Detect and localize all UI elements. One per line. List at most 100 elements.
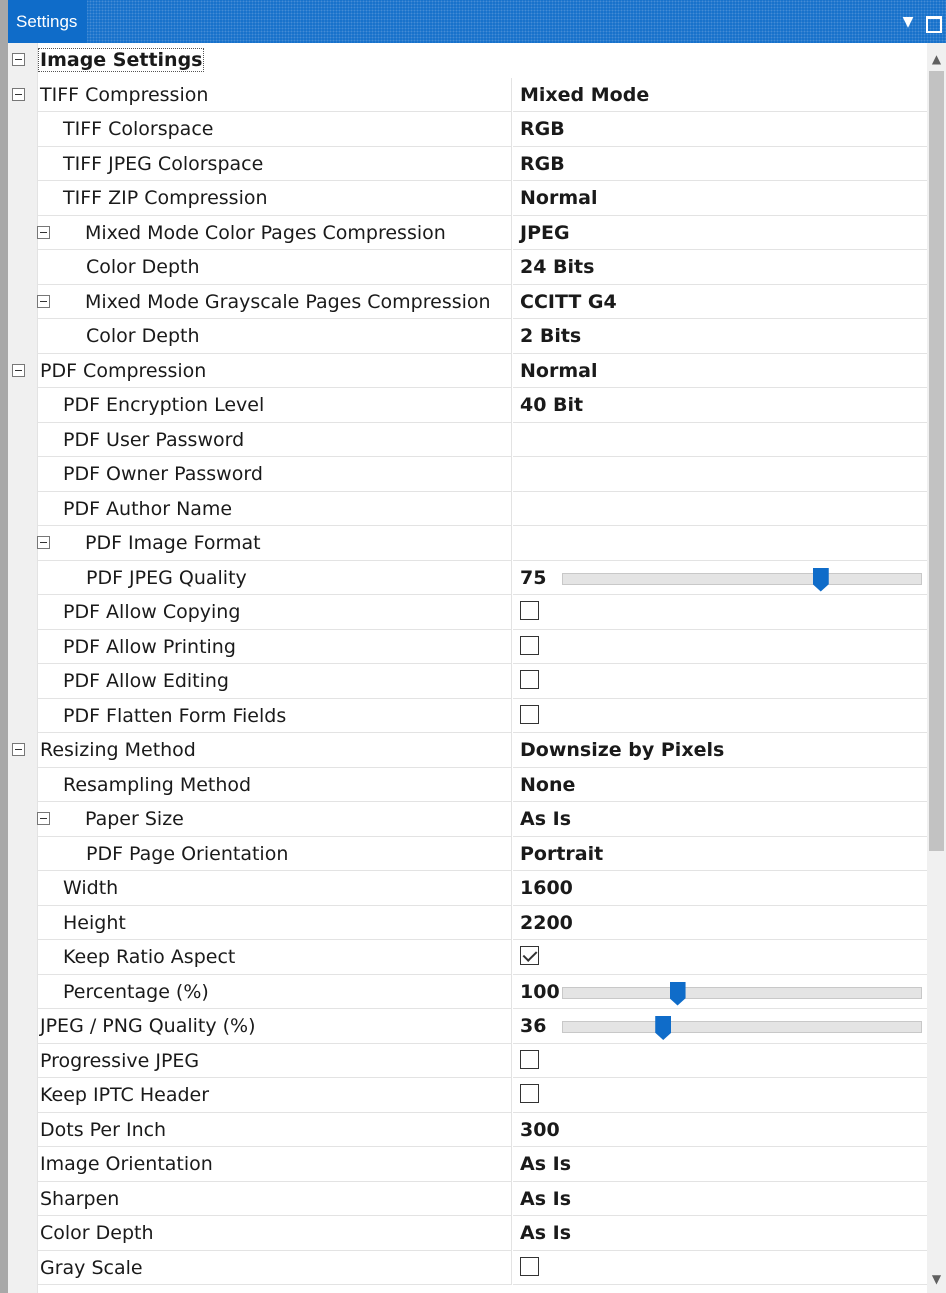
password-field[interactable] xyxy=(513,423,927,457)
property-value[interactable]: CCITT G4 xyxy=(513,285,927,319)
row-width[interactable]: Width 1600 xyxy=(8,871,927,906)
row-tiff-compression[interactable]: TIFF Compression Mixed Mode xyxy=(8,77,927,112)
property-value[interactable]: As Is xyxy=(513,1216,927,1251)
slider-value: 75 xyxy=(520,566,547,589)
property-name: PDF Encryption Level xyxy=(38,388,512,423)
checkbox[interactable] xyxy=(520,1084,539,1103)
row-pdf-encryption[interactable]: PDF Encryption Level 40 Bit xyxy=(8,388,927,423)
row-resampling-method[interactable]: Resampling Method None xyxy=(8,767,927,802)
property-value[interactable]: Downsize by Pixels xyxy=(513,733,927,768)
row-tiff-zip-compression[interactable]: TIFF ZIP Compression Normal xyxy=(8,181,927,216)
quality-slider[interactable] xyxy=(562,567,922,592)
row-tiff-colorspace[interactable]: TIFF Colorspace RGB xyxy=(8,112,927,147)
row-progressive-jpeg[interactable]: Progressive JPEG xyxy=(8,1043,927,1078)
row-pdf-allow-copying[interactable]: PDF Allow Copying xyxy=(8,595,927,630)
row-resizing-method[interactable]: Resizing Method Downsize by Pixels xyxy=(8,733,927,768)
property-value[interactable]: Normal xyxy=(513,181,927,216)
row-color-depth-3[interactable]: Color Depth As Is xyxy=(8,1216,927,1251)
scroll-up-icon[interactable]: ▲ xyxy=(927,49,946,69)
checkbox[interactable] xyxy=(520,670,539,689)
property-name: PDF Owner Password xyxy=(38,457,512,492)
collapse-toggle-icon[interactable] xyxy=(12,363,25,377)
property-value[interactable] xyxy=(513,526,927,561)
property-value[interactable]: As Is xyxy=(513,1182,927,1216)
collapse-toggle-icon[interactable] xyxy=(12,87,25,101)
row-pdf-compression[interactable]: PDF Compression Normal xyxy=(8,353,927,388)
property-value[interactable]: 1600 xyxy=(513,871,927,906)
property-value[interactable]: As Is xyxy=(513,1147,927,1182)
row-pdf-flatten-forms[interactable]: PDF Flatten Form Fields xyxy=(8,698,927,733)
row-pdf-owner-password[interactable]: PDF Owner Password xyxy=(8,457,927,492)
property-value[interactable]: As Is xyxy=(513,802,927,837)
property-value[interactable]: 24 Bits xyxy=(513,250,927,285)
row-image-orientation[interactable]: Image Orientation As Is xyxy=(8,1147,927,1182)
property-name: PDF Author Name xyxy=(38,491,512,526)
category-image-settings[interactable]: Image Settings xyxy=(8,43,927,78)
password-field[interactable] xyxy=(513,457,927,492)
row-pdf-jpeg-quality[interactable]: PDF JPEG Quality 75 xyxy=(8,560,927,595)
row-percentage[interactable]: Percentage (%) 100 xyxy=(8,974,927,1009)
row-mixed-gray-pages[interactable]: Mixed Mode Grayscale Pages Compression C… xyxy=(8,284,927,319)
checkbox[interactable] xyxy=(520,1256,539,1276)
property-value[interactable]: 40 Bit xyxy=(513,388,927,423)
row-jpeg-png-quality[interactable]: JPEG / PNG Quality (%) 36 xyxy=(8,1009,927,1044)
property-name: Progressive JPEG xyxy=(38,1043,512,1078)
property-value[interactable]: Mixed Mode xyxy=(513,78,927,112)
property-name: Color Depth xyxy=(38,319,512,354)
row-keep-ratio-aspect[interactable]: Keep Ratio Aspect xyxy=(8,940,927,975)
property-name: Keep Ratio Aspect xyxy=(38,940,512,975)
row-pdf-image-format[interactable]: PDF Image Format xyxy=(8,526,927,561)
slider-value: 100 xyxy=(520,980,560,1003)
property-name: Mixed Mode Color Pages Compression xyxy=(85,221,446,244)
panel-title-bar: Settings ▼ xyxy=(0,0,946,43)
property-value[interactable]: JPEG xyxy=(513,216,927,250)
text-field[interactable] xyxy=(513,492,927,526)
property-name: Keep IPTC Header xyxy=(38,1078,512,1113)
checkbox[interactable] xyxy=(520,704,539,724)
row-paper-size[interactable]: Paper Size As Is xyxy=(8,802,927,837)
scrollbar-thumb[interactable] xyxy=(929,71,944,851)
row-sharpen[interactable]: Sharpen As Is xyxy=(8,1181,927,1216)
checkbox[interactable] xyxy=(520,635,539,655)
checkbox[interactable] xyxy=(520,1049,539,1069)
scroll-down-icon[interactable]: ▼ xyxy=(927,1269,946,1289)
property-name: Dots Per Inch xyxy=(38,1112,512,1147)
property-value[interactable]: None xyxy=(513,768,927,802)
property-name: Resizing Method xyxy=(38,733,512,768)
quality-slider[interactable] xyxy=(562,1016,922,1040)
percentage-slider[interactable] xyxy=(562,981,922,1006)
property-name: Color Depth xyxy=(38,1216,512,1251)
property-value[interactable]: Portrait xyxy=(513,837,927,871)
property-value[interactable]: Normal xyxy=(513,354,927,388)
row-pdf-allow-editing[interactable]: PDF Allow Editing xyxy=(8,664,927,699)
property-value[interactable]: RGB xyxy=(513,147,927,181)
vertical-scrollbar[interactable]: ▲ ▼ xyxy=(927,43,946,1293)
property-name: JPEG / PNG Quality (%) xyxy=(38,1009,512,1044)
row-pdf-author-name[interactable]: PDF Author Name xyxy=(8,491,927,526)
row-color-depth-2[interactable]: Color Depth 2 Bits xyxy=(8,319,927,354)
property-value[interactable]: 2200 xyxy=(513,906,927,940)
row-tiff-jpeg-colorspace[interactable]: TIFF JPEG Colorspace RGB xyxy=(8,146,927,181)
property-value[interactable]: RGB xyxy=(513,112,927,147)
row-height[interactable]: Height 2200 xyxy=(8,905,927,940)
row-pdf-page-orientation[interactable]: PDF Page Orientation Portrait xyxy=(8,836,927,871)
dropdown-arrow-icon[interactable]: ▼ xyxy=(898,12,918,32)
panel-title: Settings xyxy=(8,0,88,43)
row-pdf-allow-printing[interactable]: PDF Allow Printing xyxy=(8,629,927,664)
checkbox[interactable] xyxy=(520,946,539,965)
checkbox[interactable] xyxy=(520,601,539,620)
collapse-toggle-icon[interactable] xyxy=(12,743,25,756)
maximize-icon[interactable] xyxy=(922,12,942,33)
property-name: Sharpen xyxy=(38,1181,512,1216)
property-value[interactable]: 300 xyxy=(513,1113,927,1147)
row-gray-scale[interactable]: Gray Scale xyxy=(8,1250,927,1285)
row-color-depth-1[interactable]: Color Depth 24 Bits xyxy=(8,250,927,285)
property-name: PDF Image Format xyxy=(85,532,261,554)
row-mixed-color-pages[interactable]: Mixed Mode Color Pages Compression JPEG xyxy=(8,215,927,250)
property-value[interactable]: 2 Bits xyxy=(513,319,927,354)
row-keep-iptc-header[interactable]: Keep IPTC Header xyxy=(8,1078,927,1113)
collapse-toggle-icon[interactable] xyxy=(12,53,25,66)
property-name: PDF Page Orientation xyxy=(38,836,512,871)
row-pdf-user-password[interactable]: PDF User Password xyxy=(8,422,927,457)
row-dots-per-inch[interactable]: Dots Per Inch 300 xyxy=(8,1112,927,1147)
